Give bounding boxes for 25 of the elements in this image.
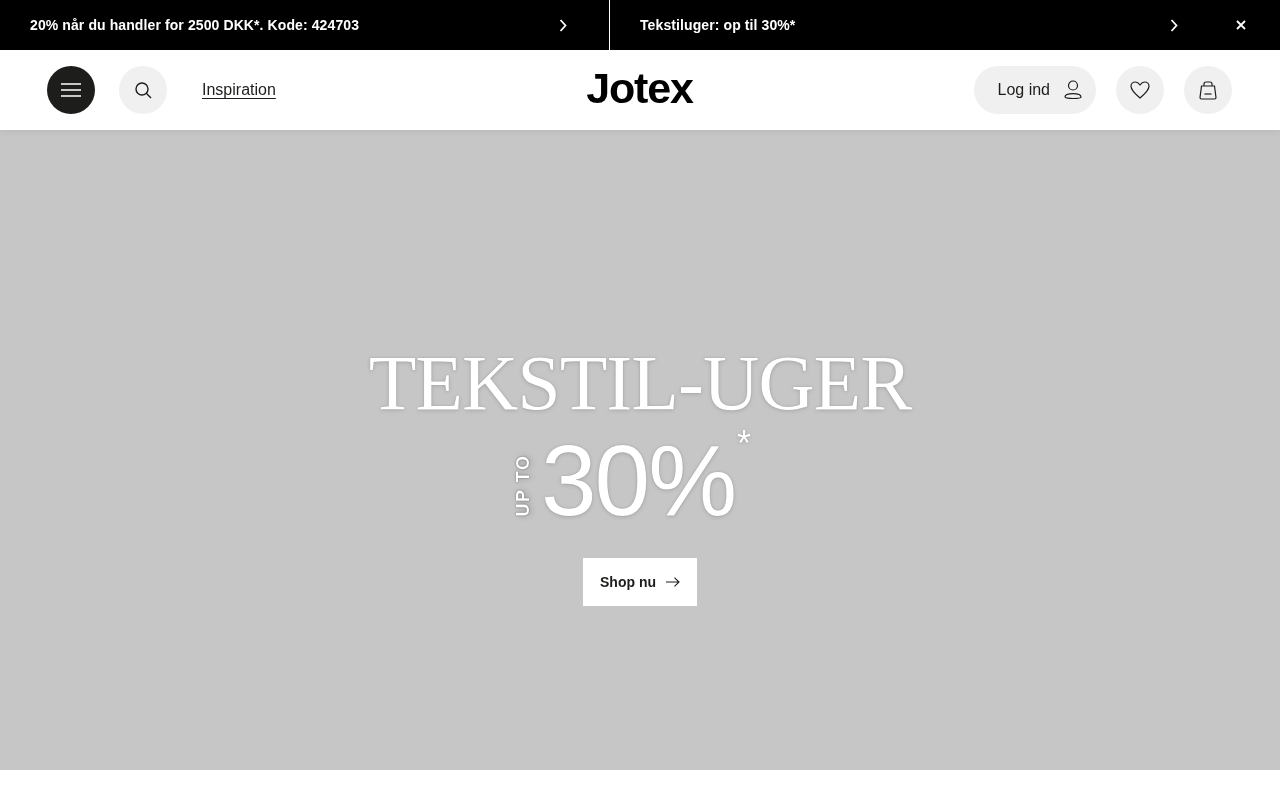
- announcement-text: Tekstiluger: op til 30%*: [640, 17, 797, 33]
- arrow-right-icon: [666, 577, 680, 587]
- cart-button[interactable]: [1184, 66, 1232, 114]
- up-to-label: UP TO: [513, 454, 535, 516]
- close-icon: [1236, 20, 1246, 30]
- user-icon: [1064, 80, 1082, 100]
- shopping-bag-icon: [1199, 80, 1217, 100]
- hero-title: TEKSTIL-UGER: [368, 344, 912, 422]
- search-icon: [134, 81, 152, 99]
- menu-icon: [61, 83, 81, 97]
- menu-button[interactable]: [47, 66, 95, 114]
- next-announcement-button[interactable]: [559, 18, 567, 32]
- shop-now-button[interactable]: Shop nu: [583, 558, 697, 606]
- heart-icon: [1130, 81, 1150, 99]
- login-button[interactable]: Log ind: [973, 66, 1096, 114]
- close-button[interactable]: [1236, 20, 1246, 30]
- wishlist-button[interactable]: [1116, 66, 1164, 114]
- chevron-right-icon: [1170, 18, 1178, 32]
- next-announcement-button[interactable]: [1170, 18, 1178, 32]
- search-button[interactable]: [119, 66, 167, 114]
- discount-text: 30%$^{*}$: [540, 430, 750, 530]
- announcement-text: 20% når du handler for 2500 DKK*. Kode: 424703: [30, 17, 361, 33]
- chevron-right-icon: [559, 18, 567, 32]
- inspiration-link[interactable]: Inspiration: [202, 81, 276, 99]
- logo[interactable]: Jotex: [586, 66, 693, 114]
